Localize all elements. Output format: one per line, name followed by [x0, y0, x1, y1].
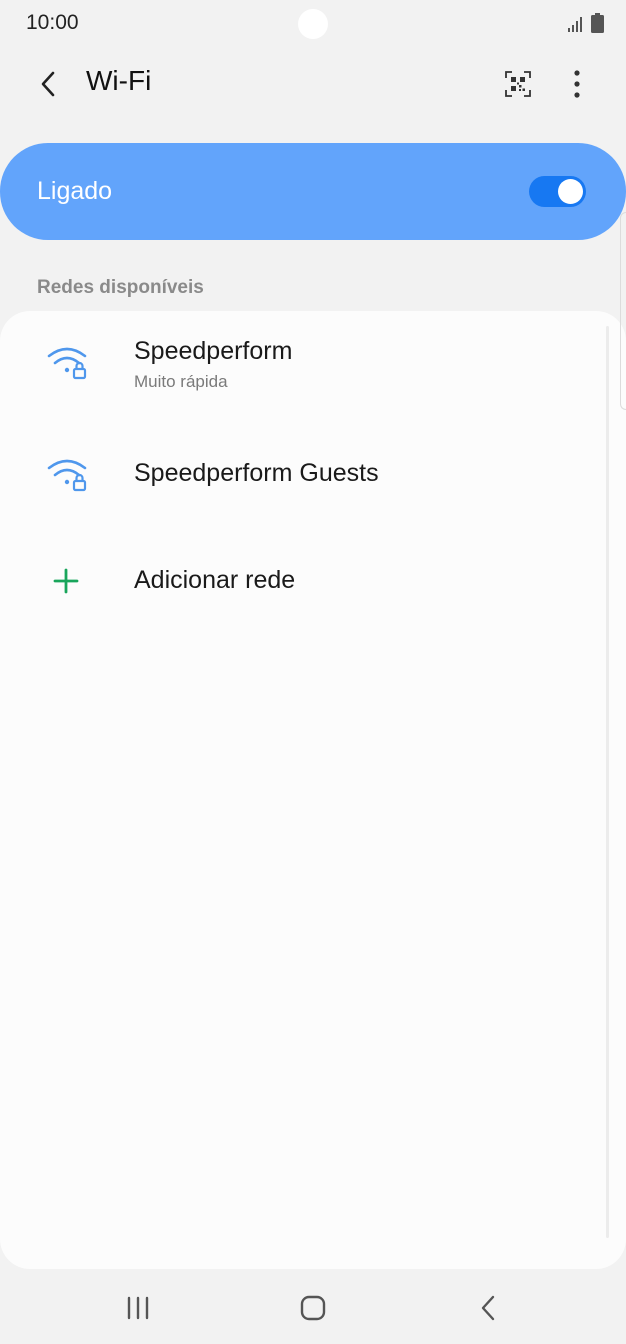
- network-name: Speedperform Guests: [134, 459, 379, 487]
- qr-code-button[interactable]: [496, 62, 540, 106]
- nav-back-button[interactable]: [466, 1288, 510, 1328]
- status-icons: [567, 13, 604, 33]
- add-network-button[interactable]: Adicionar rede: [0, 529, 626, 633]
- networks-card: Speedperform Muito rápida Speedperform G…: [0, 311, 626, 1269]
- edge-panel-handle[interactable]: [620, 212, 626, 410]
- page-title: Wi-Fi: [86, 65, 152, 96]
- network-name: Speedperform: [134, 337, 293, 365]
- app-bar: Wi-Fi: [0, 48, 626, 118]
- wifi-lock-icon: [47, 459, 87, 492]
- chevron-left-icon: [41, 71, 55, 97]
- battery-icon: [591, 13, 604, 33]
- more-options-button[interactable]: [555, 62, 599, 106]
- more-vertical-icon: [574, 70, 580, 98]
- wifi-master-switch[interactable]: Ligado: [0, 143, 626, 240]
- scrollbar[interactable]: [606, 326, 609, 1238]
- camera-cutout: [298, 9, 328, 39]
- back-button[interactable]: [26, 62, 70, 106]
- add-network-label: Adicionar rede: [134, 566, 296, 594]
- wifi-toggle[interactable]: [529, 176, 586, 207]
- network-speed: Muito rápida: [134, 372, 228, 391]
- recents-button[interactable]: [116, 1288, 160, 1328]
- qr-code-icon: [505, 71, 531, 97]
- network-item-speedperform[interactable]: Speedperform Muito rápida: [0, 311, 626, 421]
- home-button[interactable]: [291, 1288, 335, 1328]
- navigation-bar: [0, 1270, 626, 1344]
- wifi-lock-icon: [47, 347, 87, 380]
- toggle-knob: [558, 179, 583, 204]
- plus-icon: [53, 568, 79, 594]
- home-icon: [300, 1295, 326, 1321]
- status-time: 10:00: [26, 11, 79, 34]
- section-header: Redes disponíveis: [37, 277, 204, 298]
- network-item-speedperform-guests[interactable]: Speedperform Guests: [0, 423, 626, 527]
- back-icon: [481, 1295, 495, 1321]
- recents-icon: [127, 1296, 149, 1320]
- status-bar: 10:00: [0, 0, 626, 48]
- signal-bars-icon: [568, 17, 582, 32]
- master-switch-label: Ligado: [37, 177, 113, 205]
